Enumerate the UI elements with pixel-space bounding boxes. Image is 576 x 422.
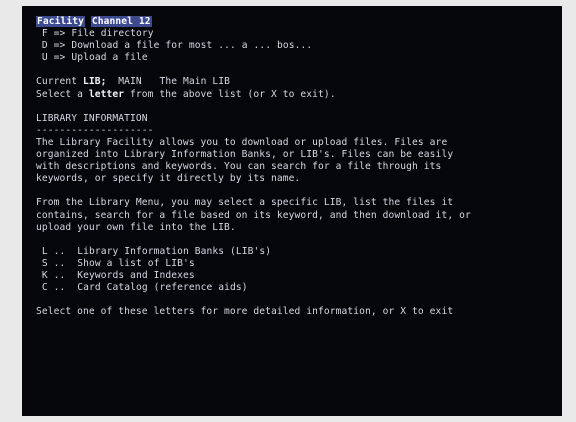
current-lib-name: The Main LIB <box>159 76 230 88</box>
option-keywords[interactable]: K .. Keywords and Indexes <box>36 270 550 282</box>
option-sep: .. <box>53 282 66 294</box>
menu-arrow: => <box>53 52 66 64</box>
menu-label: Download a file for most ... a ... bos..… <box>71 40 313 52</box>
option-key: K <box>41 269 48 281</box>
option-sep: .. <box>53 245 66 257</box>
facility-tag: Facility <box>36 16 86 27</box>
menu-key: D <box>41 40 48 52</box>
option-label: Library Information Banks (LIB's) <box>77 245 272 257</box>
info-p2-line2: contains, search for a file based on its… <box>36 209 471 221</box>
prompt-suffix: from the above list (or X to exit). <box>124 88 336 100</box>
menu-option-file-directory[interactable]: F => File directory <box>36 28 550 40</box>
menu-key: F <box>41 28 48 40</box>
option-sep: .. <box>53 269 66 281</box>
option-label: Keywords and Indexes <box>77 269 195 281</box>
info-p1-line3: with descriptions and keywords. You can … <box>36 161 442 173</box>
channel-tag: Channel 12 <box>90 16 152 27</box>
option-label: Card Catalog (reference aids) <box>77 282 248 294</box>
menu-key: U <box>41 52 48 64</box>
option-lib-banks[interactable]: L .. Library Information Banks (LIB's) <box>36 246 550 258</box>
option-key: L <box>41 245 48 257</box>
info-p2-line3: upload your own file into the LIB. <box>36 221 236 233</box>
menu-label: Upload a file <box>71 52 148 64</box>
terminal-screen: Facility Channel 12 F => File directory … <box>22 6 562 416</box>
menu-arrow: => <box>53 28 66 40</box>
option-show-list[interactable]: S .. Show a list of LIB's <box>36 258 550 270</box>
info-heading: LIBRARY INFORMATION <box>36 112 148 124</box>
menu-option-upload[interactable]: U => Upload a file <box>36 52 550 64</box>
prompt-prefix: Select a <box>36 88 89 100</box>
option-sep: .. <box>53 257 66 269</box>
info-p2-line1: From the Library Menu, you may select a … <box>36 197 454 209</box>
prompt-bold: letter <box>88 88 125 100</box>
info-p1-line4: keywords, or specify it directly by its … <box>36 173 301 185</box>
info-p1-line2: organized into Library Information Banks… <box>36 149 454 161</box>
option-label: Show a list of LIB's <box>77 257 195 269</box>
current-lib-value: MAIN <box>118 76 142 88</box>
menu-arrow: => <box>53 40 66 52</box>
current-lib-prefix: Current <box>36 76 84 88</box>
footer-prompt: Select one of these letters for more det… <box>36 306 454 318</box>
menu-label: File directory <box>71 28 154 40</box>
header-line: Facility Channel 12 <box>36 16 550 28</box>
current-lib-line: Current LIB; MAIN The Main LIB <box>36 76 550 88</box>
info-p1-line1: The Library Facility allows you to downl… <box>36 136 448 148</box>
option-key: S <box>41 257 48 269</box>
option-key: C <box>41 282 48 294</box>
info-underline: -------------------- <box>36 124 154 136</box>
select-prompt-line: Select a letter from the above list (or … <box>36 89 550 101</box>
option-card-catalog[interactable]: C .. Card Catalog (reference aids) <box>36 282 550 294</box>
menu-option-download[interactable]: D => Download a file for most ... a ... … <box>36 40 550 52</box>
current-lib-label: LIB; <box>83 76 107 88</box>
